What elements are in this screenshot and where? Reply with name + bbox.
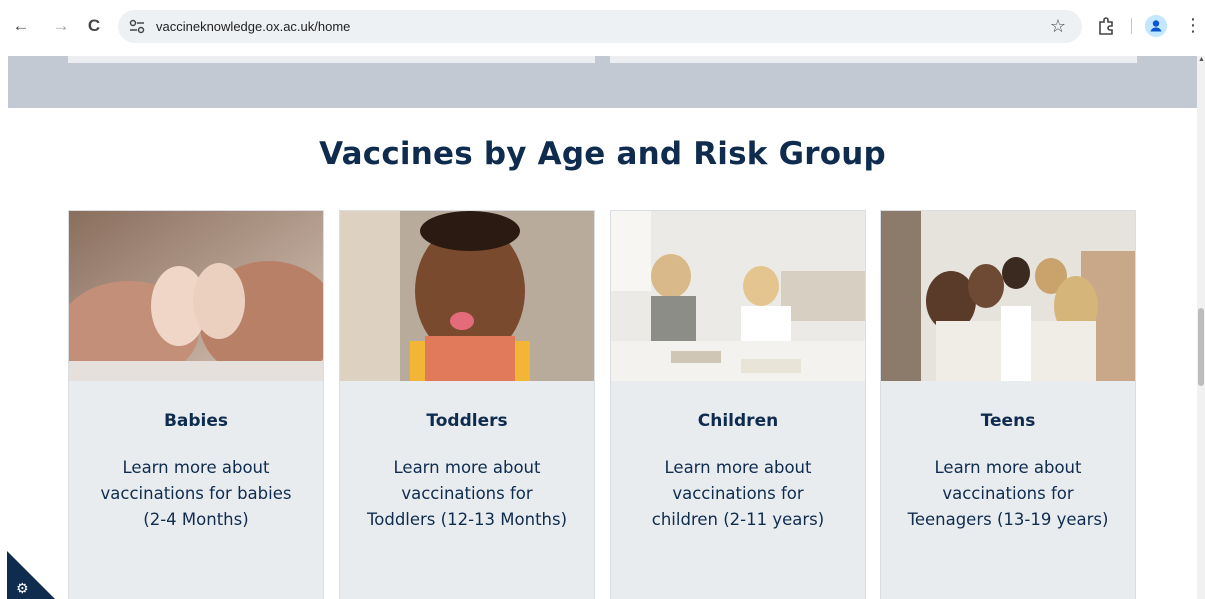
toolbar-divider <box>1131 18 1132 34</box>
accessibility-widget[interactable] <box>7 551 55 599</box>
card-title: Babies <box>163 411 229 431</box>
previous-card-bottom <box>68 56 595 63</box>
card-description: Learn more about vaccinations for babies… <box>100 458 292 529</box>
back-arrow-icon[interactable]: ← <box>11 16 31 36</box>
card-teens[interactable]: Teens Learn more about vaccinations for … <box>880 210 1136 599</box>
browser-menu-icon[interactable]: ⋮ <box>1184 15 1202 35</box>
previous-section-band <box>8 56 1197 108</box>
card-description: Learn more about vaccinations for childr… <box>651 458 825 529</box>
profile-avatar-icon[interactable] <box>1145 15 1167 37</box>
reload-icon[interactable]: C <box>84 16 104 36</box>
card-description: Learn more about vaccinations for Toddle… <box>366 458 568 529</box>
gear-icon[interactable]: ⚙ <box>16 581 29 595</box>
address-bar[interactable]: vaccineknowledge.ox.ac.uk/home ☆ <box>118 10 1082 43</box>
scroll-thumb[interactable] <box>1198 308 1204 386</box>
card-children[interactable]: Children Learn more about vaccinations f… <box>610 210 866 599</box>
card-description: Learn more about vaccinations for Teenag… <box>907 458 1109 529</box>
card-title: Toddlers <box>426 411 508 431</box>
forward-arrow-icon[interactable]: → <box>51 16 71 36</box>
card-title: Teens <box>980 411 1036 431</box>
section-heading: Vaccines by Age and Risk Group <box>319 136 886 172</box>
url-text[interactable]: vaccineknowledge.ox.ac.uk/home <box>156 18 350 35</box>
card-title: Children <box>697 411 779 431</box>
bookmark-star-icon[interactable]: ☆ <box>1050 16 1066 36</box>
teens-photo <box>881 211 1135 381</box>
scroll-up-arrow-icon[interactable]: ▲ <box>1198 56 1205 63</box>
children-photo <box>611 211 865 381</box>
browser-toolbar: ← → C vaccineknowledge.ox.ac.uk/home ☆ ⋮ <box>0 0 1205 56</box>
page-scrollbar[interactable]: ▲ <box>1197 56 1205 599</box>
page-content: Vaccines by Age and Risk Group Babies Le… <box>0 56 1197 599</box>
card-toddlers[interactable]: Toddlers Learn more about vaccinations f… <box>339 210 595 599</box>
babies-photo <box>69 211 323 381</box>
card-babies[interactable]: Babies Learn more about vaccinations for… <box>68 210 324 599</box>
extensions-puzzle-icon[interactable] <box>1096 16 1116 36</box>
previous-card-bottom <box>610 56 1137 63</box>
site-settings-icon[interactable] <box>128 18 146 35</box>
toddlers-photo <box>340 211 594 381</box>
